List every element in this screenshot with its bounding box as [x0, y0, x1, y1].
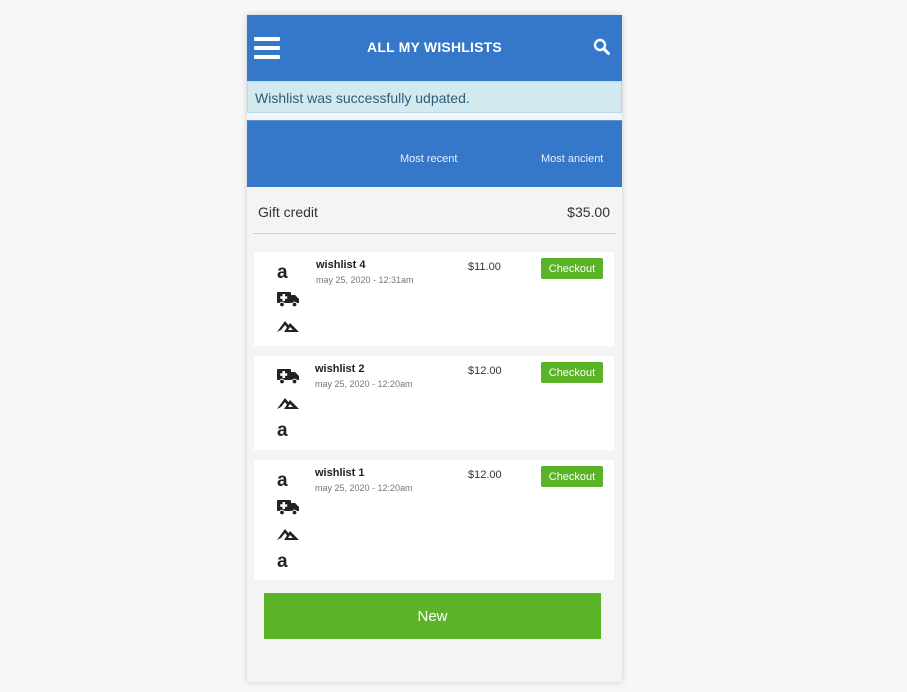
wishlist-name: wishlist 4	[316, 259, 366, 271]
svg-text:a: a	[277, 552, 288, 570]
retailer-icons: a	[276, 362, 302, 443]
retailer-icons: aa	[276, 466, 302, 574]
retailer-icons: a	[276, 258, 302, 339]
sort-most-ancient-button[interactable]: Most ancient	[541, 153, 603, 165]
amazon-icon: a	[276, 466, 302, 493]
svg-text:a: a	[277, 471, 288, 489]
gift-credit-value: $35.00	[567, 204, 610, 220]
wishlist-card[interactable]: aa wishlist 1 may 25, 2020 - 12:20am $12…	[254, 460, 614, 580]
success-alert: Wishlist was successfully udpated.	[247, 81, 622, 113]
gift-credit-row: Gift credit $35.00	[253, 187, 616, 234]
ambulance-icon	[276, 285, 302, 312]
shop-logo-icon	[276, 520, 302, 547]
wishlist-price: $12.00	[468, 365, 502, 377]
wishlist-price: $12.00	[468, 469, 502, 481]
amazon-icon: a	[276, 547, 302, 574]
checkout-button[interactable]: Checkout	[541, 362, 603, 383]
gift-credit-label: Gift credit	[258, 204, 318, 220]
new-wishlist-button[interactable]: New	[264, 593, 601, 639]
sort-bar: Most recent Most ancient	[247, 120, 622, 187]
search-icon[interactable]	[593, 38, 611, 56]
wishlist-date: may 25, 2020 - 12:20am	[315, 483, 413, 493]
app-screen: ALL MY WISHLISTS Wishlist was successful…	[247, 15, 622, 682]
ambulance-icon	[276, 493, 302, 520]
amazon-icon: a	[276, 258, 302, 285]
amazon-icon: a	[276, 416, 302, 443]
page-title: ALL MY WISHLISTS	[367, 39, 502, 55]
wishlist-name: wishlist 2	[315, 363, 365, 375]
top-app-bar: ALL MY WISHLISTS	[247, 15, 622, 81]
checkout-button[interactable]: Checkout	[541, 466, 603, 487]
wishlist-name: wishlist 1	[315, 467, 365, 479]
wishlist-card[interactable]: a wishlist 4 may 25, 2020 - 12:31am $11.…	[254, 252, 614, 346]
checkout-button[interactable]: Checkout	[541, 258, 603, 279]
svg-text:a: a	[277, 263, 288, 281]
shop-logo-icon	[276, 389, 302, 416]
shop-logo-icon	[276, 312, 302, 339]
svg-text:a: a	[277, 421, 288, 439]
wishlist-date: may 25, 2020 - 12:20am	[315, 379, 413, 389]
wishlist-price: $11.00	[468, 261, 501, 273]
wishlist-date: may 25, 2020 - 12:31am	[316, 275, 414, 285]
sort-most-recent-button[interactable]: Most recent	[400, 153, 457, 165]
ambulance-icon	[276, 362, 302, 389]
wishlist-card[interactable]: a wishlist 2 may 25, 2020 - 12:20am $12.…	[254, 356, 614, 450]
